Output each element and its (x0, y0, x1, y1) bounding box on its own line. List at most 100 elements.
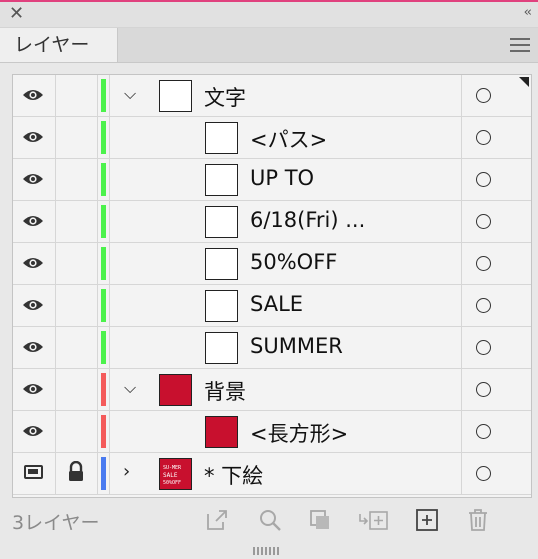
layer-row[interactable]: › SU-MER SALE 50%OFF * 下絵 (13, 453, 531, 495)
layer-thumbnail (205, 290, 238, 322)
target-circle-icon[interactable] (476, 424, 491, 439)
collapse-panel-icon[interactable]: ‹‹ (524, 5, 533, 20)
target-cell[interactable] (461, 117, 532, 158)
layer-color-bar (101, 163, 106, 196)
layer-thumbnail (205, 332, 238, 364)
visibility-toggle[interactable] (13, 453, 56, 494)
panel-menu-icon[interactable] (510, 38, 530, 52)
tab-layers[interactable]: レイヤー (0, 28, 118, 62)
export-icon[interactable] (205, 508, 229, 532)
layer-label[interactable]: <長方形> (250, 418, 348, 448)
layer-count: 3レイヤー (12, 512, 100, 534)
layer-label[interactable]: 50%OFF (250, 250, 337, 274)
search-icon[interactable] (258, 508, 282, 532)
layer-label[interactable]: 6/18(Fri) ... (250, 208, 365, 232)
eye-icon (23, 174, 43, 184)
layer-color-bar (101, 373, 106, 406)
target-circle-icon[interactable] (476, 214, 491, 229)
visibility-toggle[interactable] (13, 117, 56, 158)
move-to-layer-icon[interactable] (358, 508, 390, 532)
lock-toggle[interactable] (55, 453, 98, 494)
layer-row[interactable]: SALE (13, 285, 531, 327)
layer-row[interactable]: ⌵ 文字 (13, 75, 531, 117)
layer-color-bar (101, 205, 106, 238)
visibility-toggle[interactable] (13, 75, 56, 116)
visibility-toggle[interactable] (13, 327, 56, 368)
target-cell[interactable] (461, 201, 532, 242)
resize-grip-icon[interactable] (253, 540, 287, 555)
lock-toggle[interactable] (55, 201, 98, 242)
layer-row[interactable]: UP TO (13, 159, 531, 201)
layer-thumbnail (205, 248, 238, 280)
lock-toggle[interactable] (55, 243, 98, 284)
layer-thumbnail: SU-MER SALE 50%OFF (159, 458, 192, 490)
layer-label[interactable]: 背景 (204, 376, 246, 406)
target-cell[interactable] (461, 75, 532, 116)
chevron-down-icon[interactable]: ⌵ (124, 84, 136, 104)
layer-color-bar (101, 121, 106, 154)
layer-label[interactable]: 文字 (204, 82, 246, 112)
layer-thumbnail (205, 122, 238, 154)
target-cell[interactable] (461, 243, 532, 284)
eye-icon (23, 216, 43, 226)
visibility-toggle[interactable] (13, 243, 56, 284)
visibility-toggle[interactable] (13, 159, 56, 200)
target-cell[interactable] (461, 453, 532, 494)
layer-row[interactable]: ⌵ 背景 (13, 369, 531, 411)
target-circle-icon[interactable] (476, 172, 491, 187)
chevron-down-icon[interactable]: ⌵ (124, 378, 136, 398)
layer-row[interactable]: 6/18(Fri) ... (13, 201, 531, 243)
layers-list: ⌵ 文字 <パス> UP TO 6/18(Fri) ... 50%OFF SAL… (12, 74, 532, 498)
layer-row[interactable]: <長方形> (13, 411, 531, 453)
panel-footer: 3レイヤー (0, 500, 538, 540)
target-cell[interactable] (461, 285, 532, 326)
layer-row[interactable]: <パス> (13, 117, 531, 159)
layer-color-bar (101, 247, 106, 280)
eye-icon (23, 342, 43, 352)
target-cell[interactable] (461, 159, 532, 200)
layer-color-bar (101, 457, 106, 490)
delete-icon[interactable] (466, 508, 490, 532)
target-circle-icon[interactable] (476, 340, 491, 355)
layer-thumbnail (205, 164, 238, 196)
target-circle-icon[interactable] (476, 382, 491, 397)
visibility-toggle[interactable] (13, 411, 56, 452)
eye-icon (23, 90, 43, 100)
target-circle-icon[interactable] (476, 466, 491, 481)
layer-label[interactable]: <パス> (250, 124, 327, 154)
target-cell[interactable] (461, 369, 532, 410)
eye-icon (23, 132, 43, 142)
lock-toggle[interactable] (55, 369, 98, 410)
lock-toggle[interactable] (55, 327, 98, 368)
layer-thumbnail (205, 416, 238, 448)
lock-toggle[interactable] (55, 411, 98, 452)
visibility-toggle[interactable] (13, 285, 56, 326)
chevron-right-icon[interactable]: › (123, 461, 130, 482)
lock-toggle[interactable] (55, 75, 98, 116)
layer-row[interactable]: SUMMER (13, 327, 531, 369)
lock-toggle[interactable] (55, 117, 98, 158)
new-layer-icon[interactable] (415, 508, 439, 532)
target-circle-icon[interactable] (476, 298, 491, 313)
layer-thumbnail (205, 206, 238, 238)
visibility-toggle[interactable] (13, 369, 56, 410)
layer-row[interactable]: 50%OFF (13, 243, 531, 285)
visibility-toggle[interactable] (13, 201, 56, 242)
target-cell[interactable] (461, 327, 532, 368)
eye-icon (23, 384, 43, 394)
target-cell[interactable] (461, 411, 532, 452)
template-layer-icon (24, 465, 43, 479)
layer-color-bar (101, 289, 106, 322)
layer-label[interactable]: UP TO (250, 166, 314, 190)
target-circle-icon[interactable] (476, 130, 491, 145)
layer-label[interactable]: * 下絵 (204, 460, 263, 490)
layer-label[interactable]: SALE (250, 292, 303, 316)
layer-label[interactable]: SUMMER (250, 334, 343, 358)
target-circle-icon[interactable] (476, 256, 491, 271)
target-circle-icon[interactable] (476, 88, 491, 103)
close-icon[interactable]: ✕ (9, 3, 24, 24)
lock-toggle[interactable] (55, 159, 98, 200)
layer-color-bar (101, 415, 106, 448)
lock-toggle[interactable] (55, 285, 98, 326)
clipping-mask-icon[interactable] (308, 508, 332, 532)
